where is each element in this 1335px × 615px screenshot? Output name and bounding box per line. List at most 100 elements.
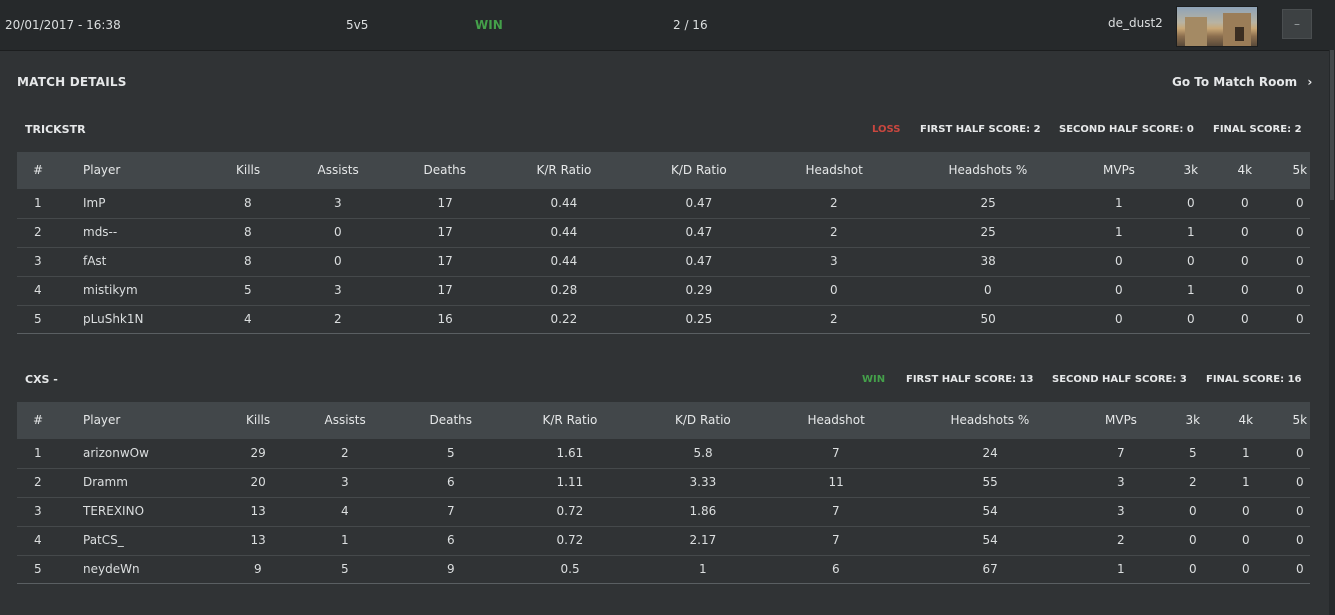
player-4k: 0 xyxy=(1242,504,1250,518)
player-assists: 1 xyxy=(341,533,349,547)
player-rank: 4 xyxy=(34,283,42,297)
player-kills: 9 xyxy=(254,562,262,576)
player-rank: 1 xyxy=(34,196,42,210)
player-headshot-pct: 38 xyxy=(980,254,996,268)
player-kd-ratio: 0.47 xyxy=(685,225,713,239)
col-kr-ratio: K/R Ratio xyxy=(536,163,592,177)
col-4k: 4k xyxy=(1238,413,1254,427)
player-name[interactable]: mds-- xyxy=(83,225,117,239)
player-headshots: 11 xyxy=(828,475,844,489)
player-name[interactable]: arizonwOw xyxy=(83,446,149,460)
player-4k: 0 xyxy=(1241,254,1249,268)
match-datetime: 20/01/2017 - 16:38 xyxy=(5,18,121,32)
col-5k: 5k xyxy=(1292,413,1308,427)
player-kr-ratio: 0.44 xyxy=(550,225,578,239)
player-deaths: 7 xyxy=(447,504,455,518)
player-3k: 5 xyxy=(1189,446,1197,460)
col-kd-ratio: K/D Ratio xyxy=(675,413,731,427)
player-headshot-pct: 54 xyxy=(982,533,998,547)
player-name[interactable]: PatCS_ xyxy=(83,533,124,547)
player-4k: 0 xyxy=(1242,562,1250,576)
table-divider xyxy=(17,583,1310,584)
player-assists: 0 xyxy=(334,225,342,239)
player-headshots: 2 xyxy=(830,196,838,210)
player-mvps: 1 xyxy=(1117,562,1125,576)
player-3k: 0 xyxy=(1189,533,1197,547)
player-4k: 0 xyxy=(1241,225,1249,239)
player-kd-ratio: 1.86 xyxy=(689,504,717,518)
player-kd-ratio: 3.33 xyxy=(689,475,717,489)
player-kr-ratio: 0.44 xyxy=(550,196,578,210)
player-name[interactable]: mistikym xyxy=(83,283,138,297)
player-headshots: 7 xyxy=(832,446,840,460)
player-deaths: 9 xyxy=(447,562,455,576)
col-player: Player xyxy=(83,163,121,177)
chevron-right-icon: › xyxy=(1307,75,1313,89)
player-5k: 0 xyxy=(1296,446,1304,460)
player-rank: 3 xyxy=(34,254,42,268)
collapse-button[interactable]: – xyxy=(1282,9,1312,39)
player-row: 2 mds-- 8 0 17 0.44 0.47 2 25 1 1 0 0 xyxy=(17,218,1310,248)
player-deaths: 17 xyxy=(437,254,453,268)
match-result: WIN xyxy=(475,18,503,32)
go-to-match-room-link[interactable]: Go To Match Room › xyxy=(1172,75,1312,89)
player-5k: 0 xyxy=(1296,562,1304,576)
player-kr-ratio: 0.44 xyxy=(550,254,578,268)
player-name[interactable]: neydeWn xyxy=(83,562,140,576)
second-half-score: SECOND HALF SCORE: 3 xyxy=(1052,374,1187,385)
player-rank: 4 xyxy=(34,533,42,547)
player-assists: 3 xyxy=(334,283,342,297)
col-5k: 5k xyxy=(1292,163,1308,177)
player-mvps: 2 xyxy=(1117,533,1125,547)
final-score: FINAL SCORE: 16 xyxy=(1206,374,1302,385)
match-summary-bar[interactable]: 20/01/2017 - 16:38 5v5 WIN 2 / 16 de_dus… xyxy=(0,0,1335,51)
player-kr-ratio: 0.72 xyxy=(556,504,584,518)
player-mvps: 0 xyxy=(1115,254,1123,268)
player-mvps: 1 xyxy=(1115,196,1123,210)
player-headshot-pct: 24 xyxy=(982,446,998,460)
player-4k: 1 xyxy=(1242,475,1250,489)
player-deaths: 6 xyxy=(447,475,455,489)
player-deaths: 5 xyxy=(447,446,455,460)
player-headshots: 3 xyxy=(830,254,838,268)
player-row: 1 arizonwOw 29 2 5 1.61 5.8 7 24 7 5 1 0 xyxy=(17,439,1310,469)
col-headshots-pct: Headshots % xyxy=(950,413,1030,427)
section-title: MATCH DETAILS xyxy=(17,75,127,89)
player-mvps: 0 xyxy=(1115,283,1123,297)
player-kills: 20 xyxy=(250,475,266,489)
player-assists: 2 xyxy=(334,312,342,326)
player-name[interactable]: ImP xyxy=(83,196,105,210)
player-mvps: 3 xyxy=(1117,475,1125,489)
player-mvps: 3 xyxy=(1117,504,1125,518)
player-name[interactable]: Dramm xyxy=(83,475,128,489)
player-kd-ratio: 0.47 xyxy=(685,254,713,268)
player-headshot-pct: 54 xyxy=(982,504,998,518)
player-headshot-pct: 0 xyxy=(984,283,992,297)
col-kd-ratio: K/D Ratio xyxy=(671,163,727,177)
col-3k: 3k xyxy=(1183,163,1199,177)
player-4k: 0 xyxy=(1242,533,1250,547)
player-row: 5 neydeWn 9 5 9 0.5 1 6 67 1 0 0 0 xyxy=(17,555,1310,584)
team-name: TRICKSTR xyxy=(25,123,86,136)
player-4k: 0 xyxy=(1241,196,1249,210)
team-result: LOSS xyxy=(872,124,901,135)
player-name[interactable]: pLuShk1N xyxy=(83,312,143,326)
player-kr-ratio: 0.28 xyxy=(550,283,578,297)
scrollbar-thumb[interactable] xyxy=(1330,50,1334,200)
team-name: CXS - xyxy=(25,373,58,386)
player-name[interactable]: TEREXINO xyxy=(83,504,144,518)
scrollbar[interactable] xyxy=(1329,50,1335,615)
player-assists: 4 xyxy=(341,504,349,518)
player-kr-ratio: 0.5 xyxy=(560,562,580,576)
player-kr-ratio: 0.72 xyxy=(556,533,584,547)
player-row: 1 ImP 8 3 17 0.44 0.47 2 25 1 0 0 0 xyxy=(17,189,1310,219)
player-rank: 1 xyxy=(34,446,42,460)
player-headshot-pct: 25 xyxy=(980,225,996,239)
player-kr-ratio: 0.22 xyxy=(550,312,578,326)
player-row: 4 mistikym 5 3 17 0.28 0.29 0 0 0 1 0 0 xyxy=(17,276,1310,306)
col-mvps: MVPs xyxy=(1103,163,1135,177)
player-kd-ratio: 0.29 xyxy=(685,283,713,297)
player-kr-ratio: 1.11 xyxy=(556,475,584,489)
player-deaths: 17 xyxy=(437,225,453,239)
player-name[interactable]: fAst xyxy=(83,254,106,268)
